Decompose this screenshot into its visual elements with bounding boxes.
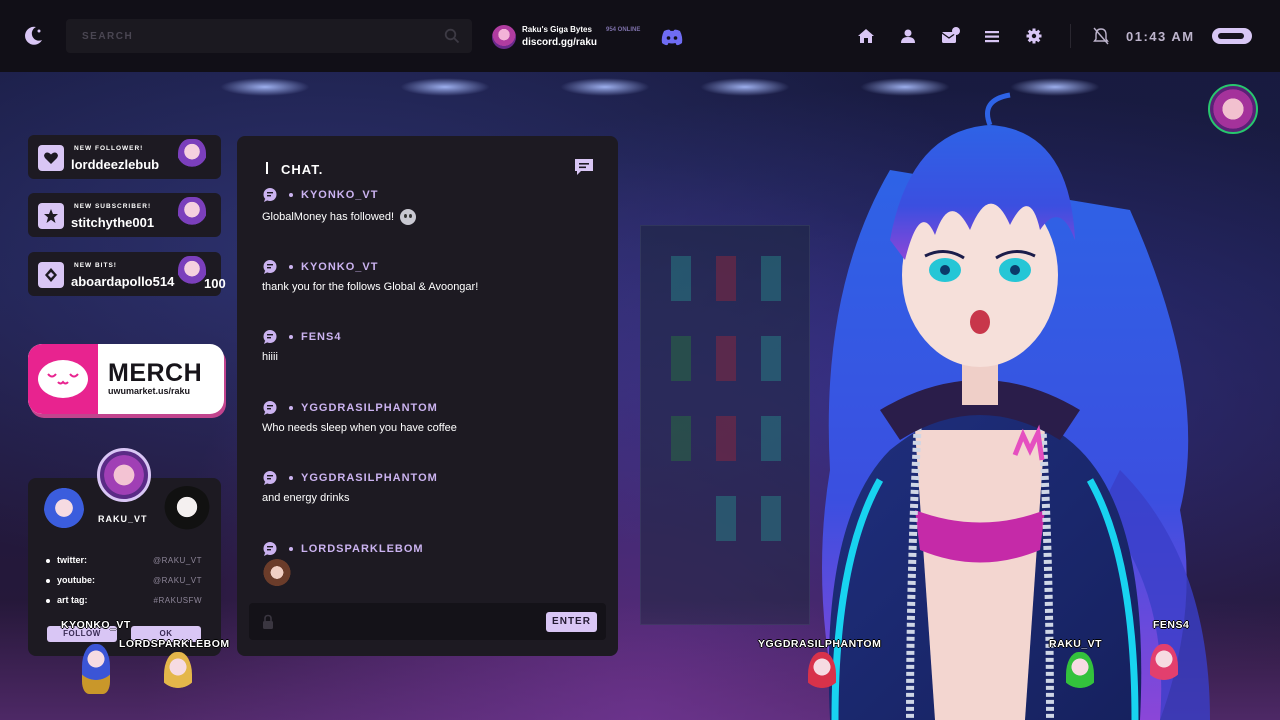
diamond-icon (38, 262, 64, 288)
alert-bits-amount: 100 (204, 276, 226, 291)
chat-bubble-icon (263, 260, 277, 274)
chatter-name: LORDSPARKLEBOM (119, 638, 230, 650)
merch-url[interactable]: uwumarket.us/raku (108, 386, 190, 396)
alert-user: stitchythe001 (71, 215, 155, 230)
search-box (66, 19, 472, 53)
alert-type: NEW SUBSCRIBER! (74, 203, 152, 210)
discord-widget[interactable]: Raku's Giga Bytes 954 ONLINE discord.gg/… (492, 24, 692, 50)
chat-username[interactable]: LORDSPARKLEBOM (301, 543, 424, 555)
chat-title-bar (266, 162, 268, 174)
streamer-avatar (1208, 84, 1258, 134)
emote-icon (400, 209, 417, 225)
merch-banner[interactable]: MERCH uwumarket.us/raku (28, 344, 224, 414)
chat-panel: CHAT. KYONKO_VT GlobalMoney has followed… (237, 136, 618, 656)
home-icon[interactable] (855, 26, 877, 46)
heart-icon (38, 145, 64, 171)
chatter-sprite (808, 652, 836, 702)
chat-title: CHAT. (281, 162, 324, 177)
social-art-tag[interactable]: art tag: #RAKUSFW (46, 595, 202, 607)
chat-bubble-icon (263, 188, 277, 202)
discord-link[interactable]: discord.gg/raku (522, 37, 597, 48)
alert-new-bits: NEW BITS! aboardapollo514 100 (28, 252, 226, 296)
discord-icon[interactable] (660, 28, 684, 46)
divider (1070, 24, 1071, 48)
profile-name: RAKU_VT (98, 514, 148, 524)
toggle-knob (1218, 33, 1244, 39)
alert-new-follower: NEW FOLLOWER! lorddeezlebub (28, 135, 221, 179)
alert-avatar (178, 139, 206, 175)
bell-muted-icon[interactable] (1092, 26, 1110, 46)
social-value: @RAKU_VT (152, 556, 202, 565)
chat-text: thank you for the follows Global & Avoon… (262, 281, 479, 293)
chatter-name: FENS4 (1153, 619, 1190, 631)
emote-image (262, 559, 292, 589)
alert-avatar (178, 197, 206, 233)
alert-type: NEW FOLLOWER! (74, 145, 144, 152)
social-label: twitter: (57, 555, 87, 565)
chat-text: and energy drinks (262, 492, 350, 504)
moon-logo-icon[interactable] (22, 25, 44, 47)
social-label: art tag: (57, 595, 88, 605)
user-icon[interactable] (897, 26, 919, 46)
chat-input[interactable] (285, 603, 535, 640)
chat-username[interactable]: KYONKO_VT (301, 261, 378, 273)
alert-avatar (178, 256, 206, 292)
chat-username[interactable]: YGGDRASILPHANTOM (301, 472, 438, 484)
chatter-sprite (1066, 652, 1094, 702)
discord-server-name: Raku's Giga Bytes (522, 25, 592, 34)
chatter-sprite (164, 652, 192, 702)
chibi-black-hair-image (162, 486, 212, 536)
chatter-name: RAKU_VT (1049, 638, 1103, 650)
discord-server-avatar (492, 25, 516, 49)
chibi-blue-hair-image (44, 488, 84, 538)
enter-button[interactable]: ENTER (546, 612, 597, 632)
social-value: @RAKU_VT (152, 576, 202, 585)
top-bar: Raku's Giga Bytes 954 ONLINE discord.gg/… (0, 0, 1280, 72)
theme-toggle[interactable] (1212, 28, 1252, 44)
alert-type: NEW BITS! (74, 262, 117, 269)
chat-input-box: ENTER (249, 603, 606, 640)
chat-bubble-icon (263, 401, 277, 415)
alert-new-subscriber: NEW SUBSCRIBER! stitchythe001 (28, 193, 221, 237)
uwu-logo-icon (28, 344, 98, 414)
search-icon[interactable] (444, 28, 460, 44)
social-youtube[interactable]: youtube: @RAKU_VT (46, 575, 202, 587)
chatter-name: KYONKO_VT (61, 619, 131, 631)
profile-avatar (97, 448, 151, 502)
social-twitter[interactable]: twitter: @RAKU_VT (46, 555, 202, 567)
merch-title: MERCH (108, 359, 203, 387)
social-label: youtube: (57, 575, 95, 585)
chat-bubble-icon (263, 542, 277, 556)
chat-username[interactable]: FENS4 (301, 331, 341, 343)
chatter-sprite (1150, 644, 1178, 694)
chat-bubble-icon (263, 330, 277, 344)
discord-online-count: 954 ONLINE (606, 27, 641, 33)
chat-bubble-icon (263, 471, 277, 485)
alert-user: aboardapollo514 (71, 274, 175, 289)
chat-text: hiiii (262, 351, 278, 363)
clock: 01:43 AM (1126, 29, 1195, 44)
search-input[interactable] (82, 19, 422, 53)
mail-icon[interactable] (939, 26, 961, 46)
chat-text: Who needs sleep when you have coffee (262, 422, 457, 434)
nav-icons (855, 26, 1045, 46)
settings-icon[interactable] (1023, 26, 1045, 46)
vtuber-character-image (822, 92, 1210, 720)
star-icon (38, 203, 64, 229)
menu-icon[interactable] (981, 26, 1003, 46)
chat-bubble-icon[interactable] (573, 157, 595, 177)
chat-username[interactable]: YGGDRASILPHANTOM (301, 402, 438, 414)
lock-icon (263, 614, 273, 629)
chatter-sprite (82, 644, 110, 694)
social-value: #RAKUSFW (153, 596, 202, 605)
chat-username[interactable]: KYONKO_VT (301, 189, 378, 201)
chatter-name: YGGDRASILPHANTOM (758, 638, 882, 650)
chat-text: GlobalMoney has followed! (262, 209, 417, 225)
alert-user: lorddeezlebub (71, 157, 160, 172)
